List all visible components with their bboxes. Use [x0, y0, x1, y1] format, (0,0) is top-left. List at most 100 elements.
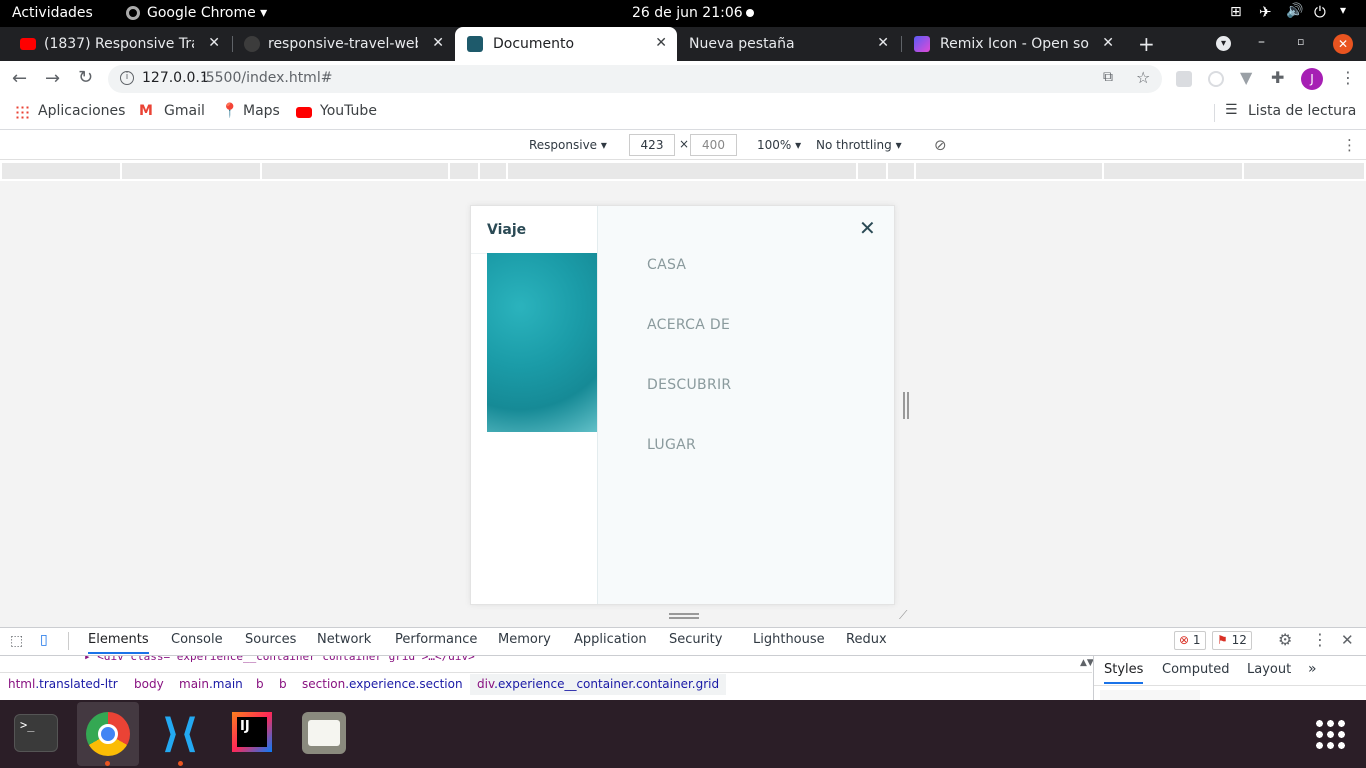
tab-application[interactable]: Application — [574, 632, 647, 647]
media-query-segment[interactable] — [1244, 163, 1364, 179]
puzzle-extensions-icon[interactable]: ✚ — [1271, 68, 1284, 87]
site-logo[interactable]: Viaje — [487, 222, 526, 238]
error-count-badge[interactable]: ⊗ 1 — [1174, 631, 1206, 650]
breadcrumb-body[interactable]: body — [134, 677, 164, 691]
close-tab-icon[interactable]: ✕ — [432, 35, 444, 51]
breadcrumb-div-selected[interactable]: div.experience__container.container.grid — [470, 674, 727, 695]
media-query-segment[interactable] — [508, 163, 856, 179]
device-toolbar-menu-icon[interactable]: ⋮ — [1342, 136, 1357, 154]
breadcrumb-main[interactable]: main.main — [179, 677, 243, 691]
close-devtools-icon[interactable]: ✕ — [1341, 631, 1354, 649]
media-query-segment[interactable] — [122, 163, 260, 179]
terminal-icon[interactable]: >_ — [14, 714, 58, 752]
tab-performance[interactable]: Performance — [395, 632, 477, 647]
tab-search-icon[interactable]: ▾ — [1216, 36, 1231, 51]
device-mode-select[interactable]: Responsive ▾ — [529, 138, 607, 152]
chrome-menu-icon[interactable]: ⋮ — [1340, 68, 1356, 87]
media-query-segment[interactable] — [480, 163, 506, 179]
tab-sources[interactable]: Sources — [245, 632, 296, 647]
rotate-icon[interactable]: ⊘ — [934, 136, 947, 154]
show-apps-grid-icon[interactable] — [1314, 718, 1346, 750]
tab-computed[interactable]: Computed — [1162, 662, 1230, 677]
nav-link-descubrir[interactable]: DESCUBRIR — [647, 377, 731, 393]
bookmark-star-icon[interactable]: ☆ — [1136, 68, 1150, 87]
more-tabs-button[interactable]: » — [1308, 661, 1317, 677]
translate-icon[interactable]: ⧉ — [1103, 69, 1113, 85]
tab-youtube[interactable]: (1837) Responsive Trave ✕ — [8, 27, 230, 61]
inspect-element-icon[interactable]: ⬚ — [10, 633, 23, 649]
close-tab-icon[interactable]: ✕ — [1102, 35, 1114, 51]
activities-button[interactable]: Actividades — [12, 5, 93, 21]
vue-devtools-icon[interactable]: ▼ — [1240, 68, 1252, 87]
close-menu-icon[interactable]: ✕ — [859, 216, 876, 240]
nav-link-acerca-de[interactable]: ACERCA DE — [647, 317, 730, 333]
media-query-segment[interactable] — [262, 163, 448, 179]
nav-link-lugar[interactable]: LUGAR — [647, 437, 696, 453]
extension-icon[interactable] — [1176, 71, 1192, 87]
media-query-segment[interactable] — [2, 163, 120, 179]
tab-lighthouse[interactable]: Lighthouse — [753, 632, 825, 647]
breadcrumb-section[interactable]: section.experience.section — [302, 677, 463, 691]
new-tab-icon[interactable]: + — [1138, 32, 1155, 56]
breadcrumb-b[interactable]: b — [256, 677, 264, 691]
width-input[interactable]: 423 — [629, 134, 675, 156]
tab-remix-icon[interactable]: Remix Icon - Open sourc ✕ — [902, 27, 1124, 61]
tab-layout[interactable]: Layout — [1247, 662, 1291, 677]
tab-elements[interactable]: Elements — [88, 632, 149, 654]
dom-scroll-arrows-icon[interactable]: ▲▼ — [1080, 658, 1094, 668]
system-menu-chevron-icon[interactable]: ▾ — [1340, 3, 1346, 17]
bookmark-maps[interactable]: Maps — [243, 103, 280, 119]
tab-github[interactable]: responsive-travel-webs ✕ — [232, 27, 454, 61]
app-menu[interactable]: Google Chrome ▾ — [147, 5, 267, 21]
breadcrumb-html[interactable]: html.translated-ltr — [8, 677, 118, 691]
styles-filter-input[interactable] — [1100, 690, 1200, 700]
close-tab-icon[interactable]: ✕ — [208, 35, 220, 51]
media-query-segment[interactable] — [916, 163, 1102, 179]
zoom-select[interactable]: 100% ▾ — [757, 138, 801, 152]
height-resize-handle-line[interactable] — [669, 617, 699, 619]
restore-icon[interactable]: ▫ — [1297, 35, 1304, 48]
device-toggle-icon[interactable]: ▯ — [40, 632, 48, 648]
corner-resize-icon[interactable]: ⟋ — [899, 608, 907, 623]
tab-memory[interactable]: Memory — [498, 632, 551, 647]
tab-styles[interactable]: Styles — [1104, 662, 1144, 684]
media-query-segment[interactable] — [450, 163, 478, 179]
tab-documento[interactable]: Documento ✕ — [455, 27, 677, 61]
breadcrumb-b[interactable]: b — [279, 677, 287, 691]
reload-icon[interactable]: ↻ — [78, 67, 93, 88]
issue-count-badge[interactable]: ⚑ 12 — [1212, 631, 1252, 650]
address-bar[interactable]: i 127.0.0.1 :5500/index.html# ⧉ ☆ — [108, 65, 1162, 93]
bookmark-youtube[interactable]: YouTube — [320, 103, 377, 119]
chrome-icon[interactable] — [86, 712, 130, 756]
media-query-segment[interactable] — [888, 163, 914, 179]
clock[interactable]: 26 de jun 21:06 — [632, 5, 743, 21]
height-input[interactable]: 400 — [690, 134, 737, 156]
nav-link-casa[interactable]: CASA — [647, 257, 686, 273]
media-query-segment[interactable] — [858, 163, 886, 179]
power-icon[interactable]: ⏻ — [1314, 3, 1326, 21]
close-tab-icon[interactable]: ✕ — [655, 35, 667, 51]
react-devtools-icon[interactable] — [1208, 71, 1224, 87]
volume-icon[interactable]: 🔊 — [1286, 3, 1303, 19]
network-icon[interactable]: ⊞ — [1230, 4, 1242, 20]
vscode-icon[interactable]: ⟩⟨ — [158, 712, 202, 756]
tab-console[interactable]: Console — [171, 632, 223, 647]
profile-avatar[interactable]: J — [1301, 68, 1323, 90]
files-icon[interactable] — [302, 712, 346, 754]
airplane-mode-icon[interactable]: ✈ — [1259, 3, 1272, 21]
close-tab-icon[interactable]: ✕ — [877, 35, 889, 51]
tab-new-tab[interactable]: Nueva pestaña ✕ — [677, 27, 899, 61]
throttling-select[interactable]: No throttling ▾ — [816, 138, 902, 152]
tab-redux[interactable]: Redux — [846, 632, 887, 647]
height-resize-handle[interactable] — [669, 613, 699, 615]
dom-tree-line[interactable]: ▸ <div class="experience__container cont… — [0, 656, 1092, 671]
reading-list-button[interactable]: Lista de lectura — [1248, 103, 1356, 119]
bookmark-aplicaciones[interactable]: Aplicaciones — [38, 103, 125, 119]
devtools-settings-icon[interactable]: ⚙ — [1278, 630, 1292, 649]
site-info-icon[interactable]: i — [120, 71, 134, 85]
forward-arrow-icon[interactable]: → — [45, 68, 60, 89]
media-query-segment[interactable] — [1104, 163, 1242, 179]
width-resize-handle[interactable] — [903, 392, 905, 419]
devtools-menu-icon[interactable]: ⋮ — [1312, 630, 1328, 649]
bookmark-gmail[interactable]: Gmail — [164, 103, 205, 119]
